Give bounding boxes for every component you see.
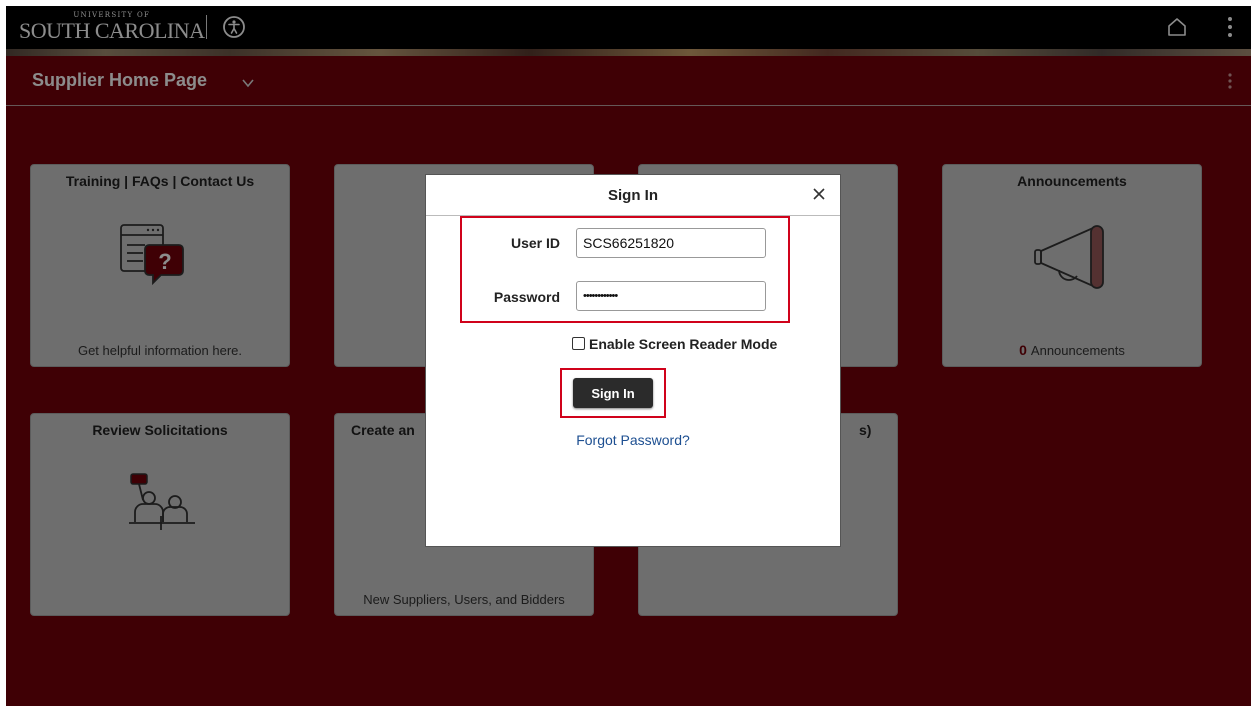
sign-in-button[interactable]: Sign In xyxy=(573,378,653,408)
password-input[interactable] xyxy=(576,281,766,311)
forgot-password-link[interactable]: Forgot Password? xyxy=(426,432,840,448)
dialog-title: Sign In xyxy=(608,187,658,204)
password-label: Password xyxy=(493,289,560,305)
sign-in-dialog: Sign In User ID Password Enable Screen R… xyxy=(425,174,841,547)
user-id-input[interactable] xyxy=(576,228,766,258)
screen-reader-checkbox[interactable] xyxy=(572,337,585,350)
screen-reader-checkbox-row[interactable]: Enable Screen Reader Mode xyxy=(572,336,777,352)
screen-reader-label: Enable Screen Reader Mode xyxy=(589,336,778,352)
user-id-label: User ID xyxy=(510,235,560,251)
app-frame: UNIVERSITY OF SOUTH CAROLINA Supplier Ho… xyxy=(6,6,1251,706)
close-icon[interactable] xyxy=(810,185,828,203)
